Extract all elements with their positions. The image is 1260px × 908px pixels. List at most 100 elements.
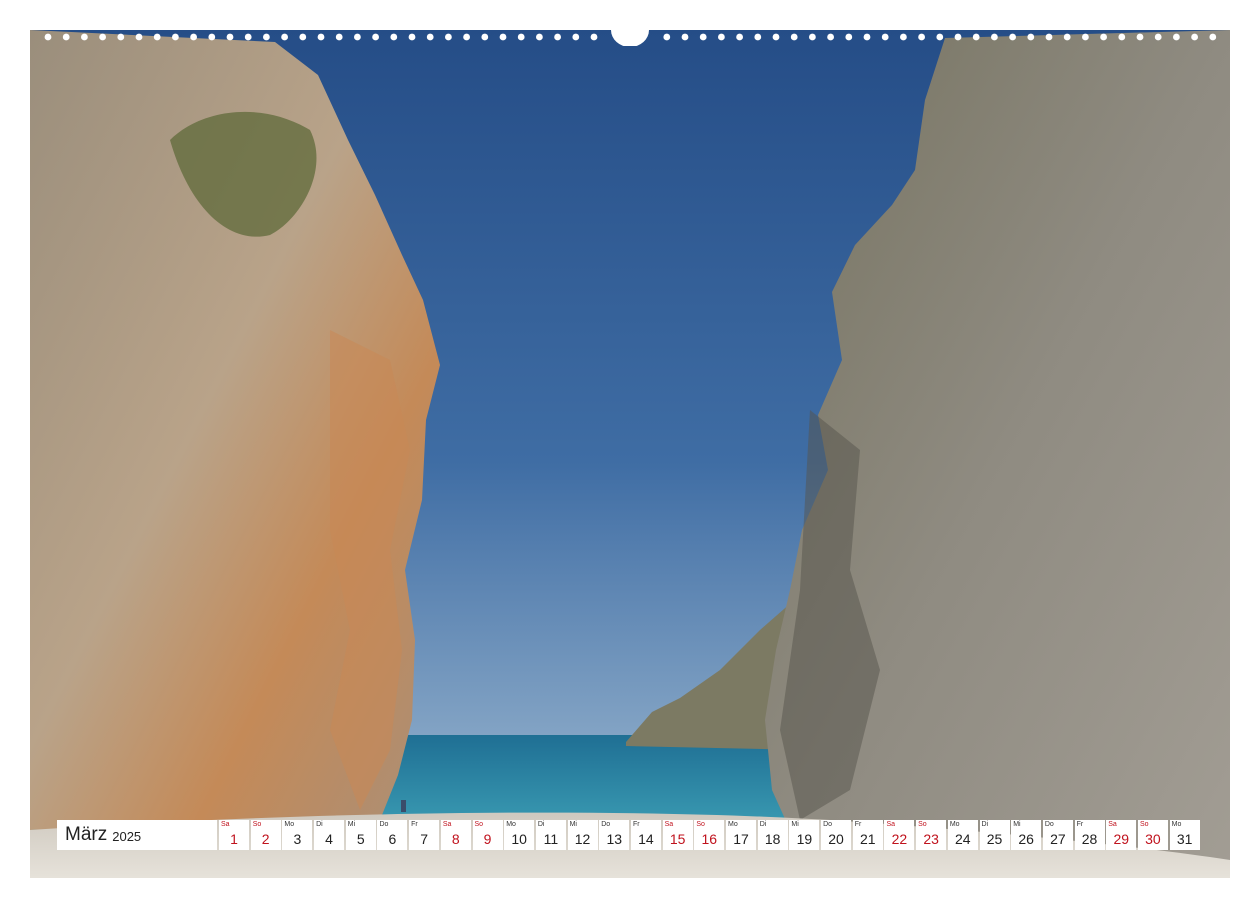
binding-hole	[845, 33, 853, 41]
day-number: 21	[859, 831, 876, 847]
day-number: 26	[1018, 831, 1034, 847]
day-weekday: Sa	[442, 821, 452, 828]
day-cell: Mo 24	[947, 820, 978, 850]
day-weekday: Mi	[791, 821, 799, 828]
binding-hole	[718, 33, 725, 41]
day-cell: So 16	[694, 820, 725, 850]
binding-hole	[117, 33, 125, 41]
binding-hole	[736, 33, 743, 41]
day-weekday: Mi	[1013, 821, 1021, 828]
day-number: 5	[356, 831, 365, 847]
day-number: 25	[986, 831, 1003, 847]
day-weekday: Do	[379, 821, 389, 828]
day-number: 14	[638, 831, 654, 847]
binding-hole	[281, 33, 288, 41]
day-weekday: Fr	[632, 821, 640, 828]
binding-hole	[1154, 33, 1162, 41]
binding-hole	[426, 33, 434, 41]
day-cell: Mi 5	[345, 820, 376, 850]
day-number: 18	[764, 831, 781, 847]
day-number: 22	[891, 831, 908, 847]
binding-hole	[372, 33, 379, 41]
day-weekday: Fr	[411, 821, 418, 828]
binding-hole	[99, 33, 106, 41]
day-cell: Sa 22	[884, 820, 915, 850]
binding-hole	[827, 33, 834, 41]
day-weekday: Mo	[284, 821, 295, 828]
binding-hole	[299, 33, 307, 41]
day-cell: So 2	[250, 820, 281, 850]
day-cell: Fr 14	[630, 820, 661, 850]
day-weekday: So	[252, 821, 262, 828]
binding-hole	[1209, 33, 1217, 41]
day-number: 19	[796, 831, 813, 847]
binding-hole	[1136, 33, 1144, 41]
binding-hole	[445, 33, 452, 41]
binding-hole	[663, 33, 671, 41]
day-cell: Di 25	[979, 820, 1010, 850]
day-number: 23	[923, 831, 939, 847]
day-number: 29	[1113, 831, 1130, 847]
day-weekday: So	[474, 821, 484, 828]
day-weekday: So	[918, 821, 927, 828]
binding-hole	[44, 33, 52, 41]
binding-hole	[517, 33, 525, 41]
day-weekday: Sa	[221, 821, 230, 828]
binding-hole	[1009, 33, 1016, 41]
binding-hole	[699, 33, 707, 41]
day-weekday: Mi	[347, 821, 356, 828]
day-number: 27	[1050, 831, 1066, 847]
binding-hole	[809, 33, 816, 41]
day-number: 20	[828, 831, 844, 847]
day-cell: Sa 15	[662, 820, 693, 850]
binding-hole	[408, 33, 416, 41]
day-number: 17	[733, 831, 749, 847]
day-cell: So 30	[1137, 820, 1168, 850]
day-weekday: Mo	[949, 821, 960, 828]
day-weekday: Do	[1044, 821, 1054, 828]
binding-hole	[1118, 33, 1126, 41]
day-weekday: Di	[537, 821, 545, 828]
day-number: 10	[511, 831, 527, 847]
day-cell: Do 20	[821, 820, 852, 850]
day-weekday: Sa	[886, 821, 895, 828]
day-number: 13	[606, 831, 623, 847]
day-cell: Do 13	[599, 820, 630, 850]
binding-hole	[754, 33, 762, 41]
month-label: März 2025	[57, 820, 217, 850]
day-number: 4	[325, 831, 333, 847]
binding-hole	[1100, 33, 1107, 41]
binding-hole	[1191, 33, 1198, 41]
day-cell: Sa 8	[440, 820, 471, 850]
binding-hole	[1082, 33, 1089, 41]
calendar-strip: März 2025 Sa 1 So 2 Mo 3 Di 4 Mi 5 Do 6 Fr 7 Sa 8 So 9 Mo 1…	[30, 820, 1230, 850]
binding-hole	[590, 33, 598, 41]
binding-hole	[135, 33, 143, 41]
binding-hole	[244, 33, 252, 41]
day-cell: Mo 10	[504, 820, 535, 850]
binding-hole	[1173, 33, 1180, 41]
binding-hole	[153, 33, 161, 41]
day-weekday: Di	[981, 821, 989, 828]
day-number: 9	[483, 831, 492, 847]
day-cell: Fr 7	[409, 820, 440, 850]
day-number: 28	[1081, 831, 1098, 847]
day-weekday: Di	[316, 821, 323, 828]
binding-hole	[226, 33, 234, 41]
binding-hole	[572, 33, 580, 41]
binding-hole	[1027, 33, 1035, 41]
binding-hole	[354, 33, 361, 41]
day-cell: Fr 28	[1074, 820, 1105, 850]
day-number: 1	[230, 831, 238, 847]
binding-hole	[317, 33, 325, 41]
day-number: 31	[1176, 831, 1193, 847]
day-weekday: Sa	[1108, 821, 1117, 828]
day-number: 30	[1145, 831, 1161, 847]
day-cell: Mi 26	[1011, 820, 1042, 850]
day-cell: So 9	[472, 820, 503, 850]
binding-hole	[390, 33, 398, 41]
day-number: 12	[574, 831, 591, 847]
binding-hole	[190, 33, 198, 41]
day-cell: Mi 12	[567, 820, 598, 850]
binding-hole	[918, 33, 925, 41]
